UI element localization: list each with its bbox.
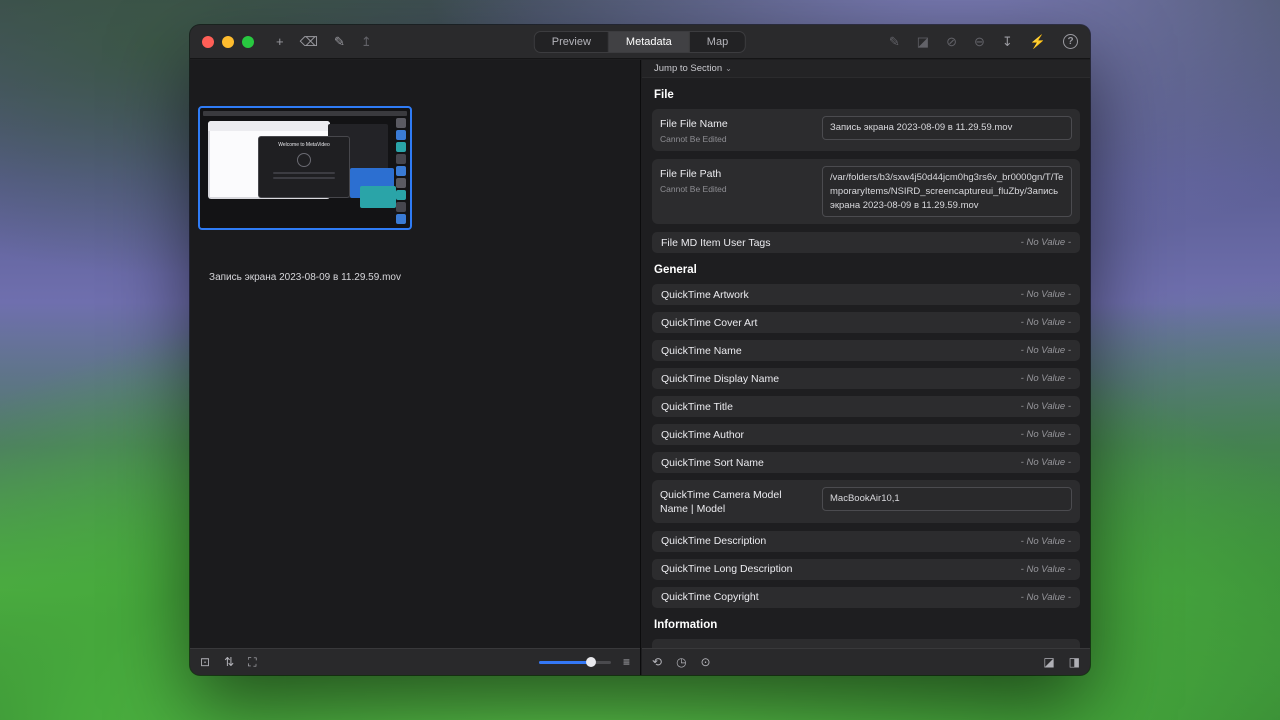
titlebar: + ⌫ ✎ ↥ PreviewMetadataMap ✎ ◪ ⊘ ⊖ ↧ ⚡ ? [190,25,1090,59]
thumb-dialog-title: Welcome to MetaVideo [259,142,349,148]
field-label: QuickTime Long Description [661,563,793,575]
download-icon[interactable]: ↧ [1002,35,1013,48]
file-thumbnail[interactable]: Welcome to MetaVideo [198,106,412,230]
zoom-button[interactable] [242,36,254,48]
field-no-value: - No Value - [1021,345,1071,356]
chevron-down-icon: ⌄ [725,64,732,73]
jump-bar: Jump to Section⌄ [642,60,1090,78]
field-label: File File Name [660,118,812,131]
metadata-row: File File Name Cannot Be Edited Запись экр… [652,109,1080,151]
field-label: QuickTime Camera Model Name | Model [660,489,812,515]
titlebar-left-tools: + ⌫ ✎ ↥ [276,35,372,48]
edit-note-icon[interactable]: ✎ [334,35,345,48]
rotate-icon[interactable]: ⟲ [652,656,662,668]
fit-icon[interactable]: ⛶ [248,656,256,668]
field-no-value: - No Value - [1021,289,1071,300]
metadata-sections: File File File Name Cannot Be Edited Запись… [642,78,1090,648]
field-edit-hint: Cannot Be Edited [660,184,812,194]
metadata-panel: Jump to Section⌄ File File File Name Canno… [642,60,1090,675]
titlebar-right-tools: ✎ ◪ ⊘ ⊖ ↧ ⚡ ? [889,34,1078,49]
metadata-row: QuickTime Camera Model Name | Model MacBo… [652,480,1080,522]
metadata-row[interactable]: QuickTime Author - No Value - [652,424,1080,445]
field-no-value: - No Value - [1021,401,1071,412]
thumb-teal-window [360,186,396,208]
field-no-value: - No Value - [1021,592,1071,603]
remove-icon[interactable]: ⌫ [300,35,318,48]
metadata-row[interactable]: QuickTime Name - No Value - [652,340,1080,361]
field-label: QuickTime Author [661,429,744,441]
tab-bar: PreviewMetadataMap [534,31,746,53]
field-no-value: - No Value - [1021,373,1071,384]
tab-preview[interactable]: Preview [535,32,609,52]
metadata-row[interactable]: QuickTime Sort Name - No Value - [652,452,1080,473]
field-label: QuickTime Cover Art [661,317,757,329]
metadata-row[interactable]: QuickTime Long Description - No Value - [652,559,1080,580]
field-value: Запись экрана 2023-08-09 в 11.29.59.mov [822,116,1072,140]
field-label: QuickTime Description [661,535,766,547]
section-title: General [654,264,1078,276]
traffic-lights [202,36,254,48]
field-no-value: - No Value - [1021,457,1071,468]
field-label: QuickTime Title [661,401,733,413]
add-icon[interactable]: + [276,35,284,48]
field-no-value: - No Value - [1021,429,1071,440]
eraser-icon[interactable]: ◪ [917,35,929,48]
field-value[interactable]: MacBookAir10,1 [822,487,1072,511]
sort-icon[interactable]: ⇅ [224,656,234,668]
right-bottom-toolbar: ⟲ ◷ ⊙ ◪ ◨ [642,648,1090,675]
list-view-icon[interactable]: ≡ [623,656,630,668]
field-edit-hint: Cannot Be Edited [660,134,812,144]
field-value: /var/folders/b3/sxw4j50d44jcm0hg3rs6v_br… [822,166,1072,217]
help-icon[interactable]: ? [1063,34,1078,49]
jump-to-section-label: Jump to Section [654,63,722,74]
thumb-menubar [203,111,407,116]
minimize-button[interactable] [222,36,234,48]
zoom-slider-knob[interactable] [586,657,596,667]
flash-icon[interactable]: ⚡ [1030,35,1046,48]
sidebar-toggle-icon[interactable]: ◨ [1069,656,1080,668]
tab-metadata[interactable]: Metadata [609,32,690,52]
metadata-row[interactable]: File MD Item User Tags - No Value - [652,232,1080,253]
clock-icon[interactable]: ◷ [676,656,686,668]
actual-size-icon[interactable]: ⊡ [200,656,210,668]
minus-circle-icon[interactable]: ⊖ [974,35,985,48]
tag-icon[interactable]: ⊙ [701,656,711,668]
metadata-row[interactable] [652,639,1080,648]
section-title: File [654,89,1078,101]
field-label: QuickTime Copyright [661,591,759,603]
metadata-row[interactable]: QuickTime Copyright - No Value - [652,587,1080,608]
thumb-dock [394,118,407,224]
edit-metadata-icon[interactable]: ✎ [889,35,900,48]
field-no-value: - No Value - [1021,536,1071,547]
app-window: + ⌫ ✎ ↥ PreviewMetadataMap ✎ ◪ ⊘ ⊖ ↧ ⚡ ? [190,25,1090,675]
field-label: QuickTime Sort Name [661,457,764,469]
share-icon[interactable]: ↥ [361,35,372,48]
thumb-dialog-logo [297,153,311,167]
field-label: QuickTime Artwork [661,289,749,301]
metadata-row[interactable]: QuickTime Description - No Value - [652,531,1080,552]
metadata-row: File File Path Cannot Be Edited/var/folde… [652,159,1080,224]
metadata-row[interactable]: QuickTime Display Name - No Value - [652,368,1080,389]
section-title: Information [654,619,1078,631]
metadata-row[interactable]: QuickTime Title - No Value - [652,396,1080,417]
field-label: QuickTime Name [661,345,742,357]
field-label: File MD Item User Tags [661,237,771,249]
file-caption: Запись экрана 2023-08-09 в 11.29.59.mov [190,272,420,283]
field-no-value: - No Value - [1021,317,1071,328]
metadata-row[interactable]: QuickTime Artwork - No Value - [652,284,1080,305]
field-no-value: - No Value - [1021,564,1071,575]
field-no-value: - No Value - [1021,237,1071,248]
left-bottom-toolbar: ⊡ ⇅ ⛶ ≡ [190,648,640,675]
remove-location-icon[interactable]: ⊘ [946,35,957,48]
metadata-row[interactable]: QuickTime Cover Art - No Value - [652,312,1080,333]
close-button[interactable] [202,36,214,48]
eraser-bottom-icon[interactable]: ◪ [1043,656,1054,668]
field-label: File File Path [660,168,812,181]
thumb-dialog: Welcome to MetaVideo [258,136,350,198]
field-label: QuickTime Display Name [661,373,779,385]
zoom-slider[interactable] [539,656,611,668]
jump-to-section-button[interactable]: Jump to Section⌄ [654,63,732,74]
file-list-panel: Welcome to MetaVideo Запись экрана 2023-… [190,60,641,675]
tab-map[interactable]: Map [690,32,745,52]
